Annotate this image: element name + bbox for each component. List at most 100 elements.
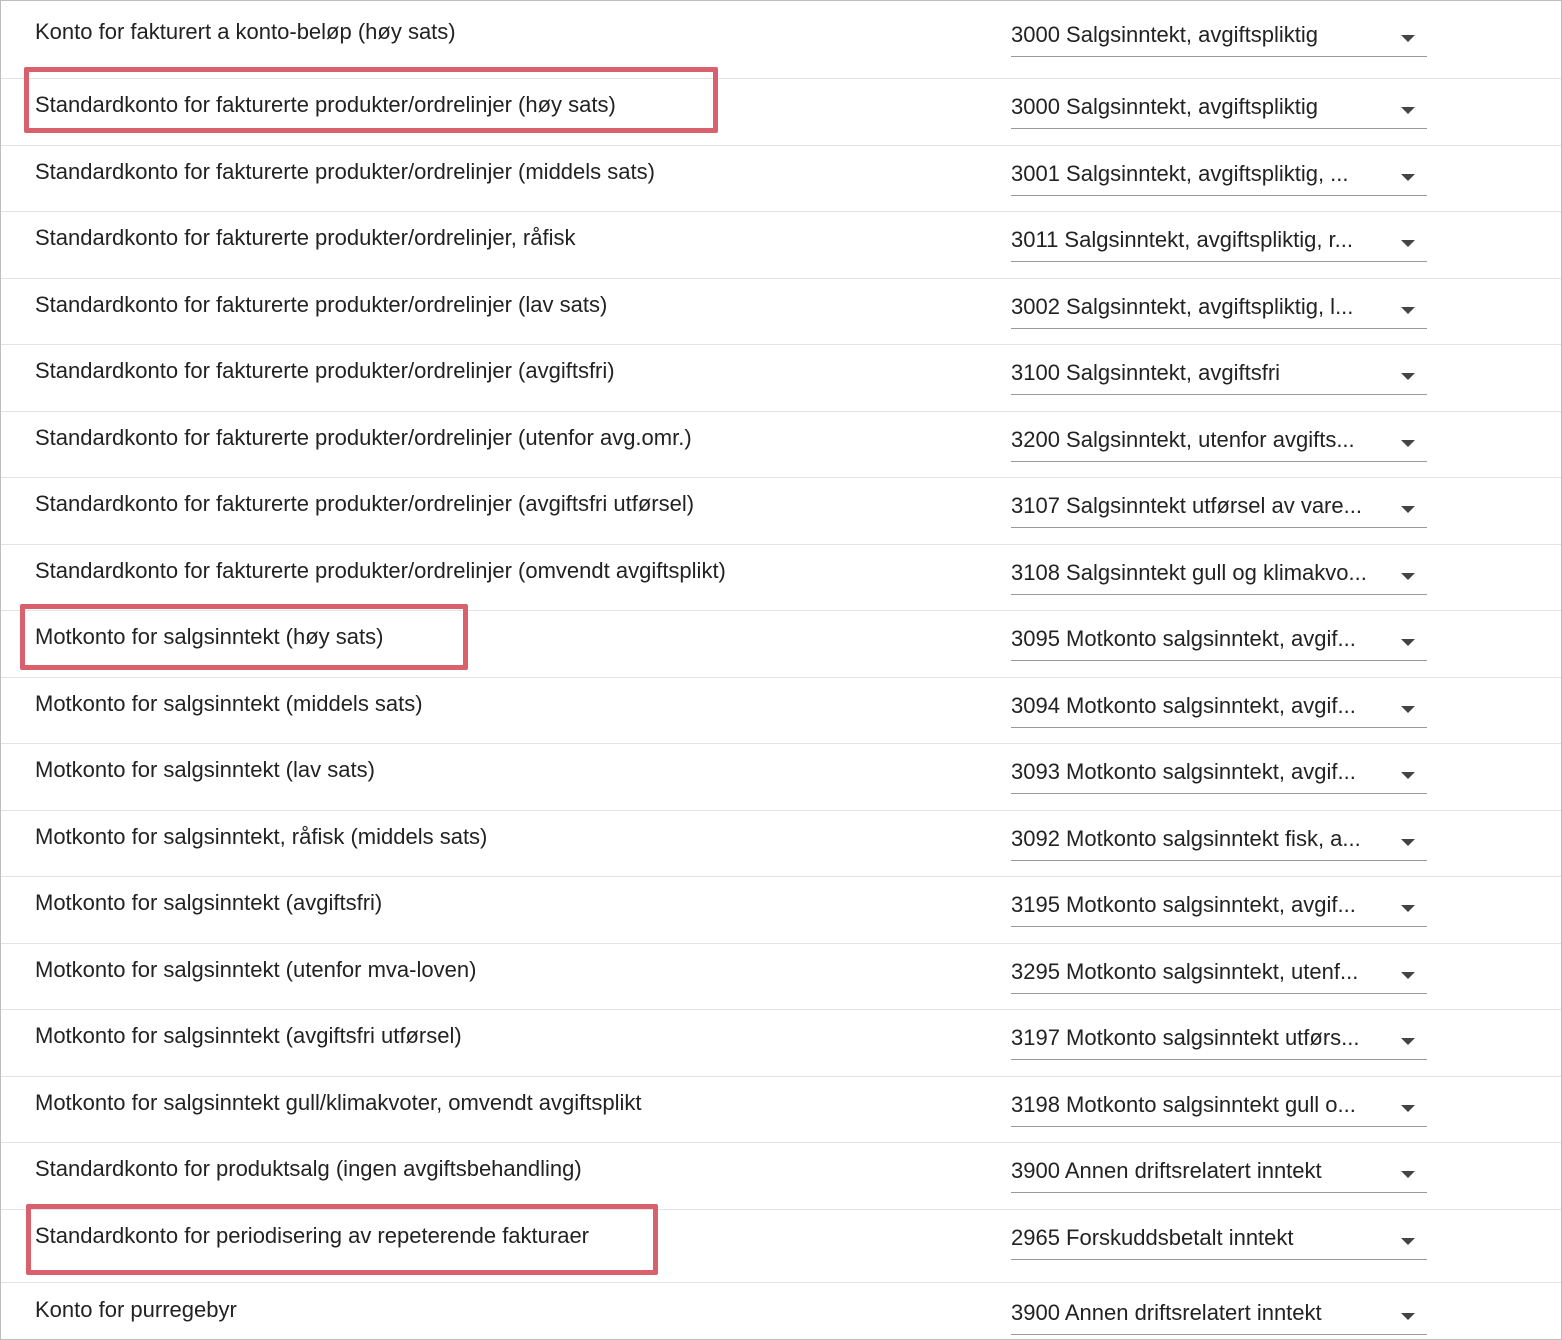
settings-row: Standardkonto for fakturerte produkter/o… xyxy=(1,477,1561,545)
account-dropdown[interactable]: 2965 Forskuddsbetalt inntekt xyxy=(1011,1221,1427,1260)
row-label: Motkonto for salgsinntekt (høy sats) xyxy=(35,624,384,649)
dropdown-value: 3095 Motkonto salgsinntekt, avgif... xyxy=(1011,626,1356,651)
account-dropdown[interactable]: 3108 Salgsinntekt gull og klimakvo... xyxy=(1011,556,1427,595)
account-dropdown[interactable]: 3198 Motkonto salgsinntekt gull o... xyxy=(1011,1088,1427,1127)
settings-row: Motkonto for salgsinntekt (avgiftsfri) 3… xyxy=(1,876,1561,944)
dropdown-value: 2965 Forskuddsbetalt inntekt xyxy=(1011,1225,1294,1250)
dropdown-value: 3900 Annen driftsrelatert inntekt xyxy=(1011,1300,1322,1325)
dropdown-value: 3001 Salgsinntekt, avgiftspliktig, ... xyxy=(1011,161,1349,186)
account-dropdown[interactable]: 3092 Motkonto salgsinntekt fisk, a... xyxy=(1011,822,1427,861)
settings-row: Standardkonto for fakturerte produkter/o… xyxy=(1,411,1561,478)
chevron-down-icon[interactable] xyxy=(1401,1038,1415,1045)
row-label: Standardkonto for fakturerte produkter/o… xyxy=(35,159,655,184)
row-label: Motkonto for salgsinntekt (lav sats) xyxy=(35,757,375,782)
settings-row: Motkonto for salgsinntekt, råfisk (midde… xyxy=(1,810,1561,877)
dropdown-value: 3295 Motkonto salgsinntekt, utenf... xyxy=(1011,959,1359,984)
chevron-down-icon[interactable] xyxy=(1401,440,1415,447)
chevron-down-icon[interactable] xyxy=(1401,972,1415,979)
settings-row: Standardkonto for periodisering av repet… xyxy=(1,1209,1561,1283)
settings-row: Motkonto for salgsinntekt (lav sats) 309… xyxy=(1,743,1561,811)
chevron-down-icon[interactable] xyxy=(1401,1105,1415,1112)
chevron-down-icon[interactable] xyxy=(1401,174,1415,181)
dropdown-value: 3094 Motkonto salgsinntekt, avgif... xyxy=(1011,693,1356,718)
account-dropdown[interactable]: 3000 Salgsinntekt, avgiftspliktig xyxy=(1011,18,1427,57)
chevron-down-icon[interactable] xyxy=(1401,373,1415,380)
chevron-down-icon[interactable] xyxy=(1401,506,1415,513)
chevron-down-icon[interactable] xyxy=(1401,905,1415,912)
row-label: Motkonto for salgsinntekt, råfisk (midde… xyxy=(35,824,488,849)
dropdown-value: 3002 Salgsinntekt, avgiftspliktig, l... xyxy=(1011,294,1354,319)
chevron-down-icon[interactable] xyxy=(1401,307,1415,314)
settings-row: Konto for purregebyr 3900 Annen driftsre… xyxy=(1,1282,1561,1339)
account-dropdown[interactable]: 3002 Salgsinntekt, avgiftspliktig, l... xyxy=(1011,290,1427,329)
dropdown-value: 3000 Salgsinntekt, avgiftspliktig xyxy=(1011,22,1318,47)
account-dropdown[interactable]: 3197 Motkonto salgsinntekt utførs... xyxy=(1011,1021,1427,1060)
account-dropdown[interactable]: 3011 Salgsinntekt, avgiftspliktig, r... xyxy=(1011,223,1427,262)
settings-row: Motkonto for salgsinntekt gull/klimakvot… xyxy=(1,1076,1561,1143)
chevron-down-icon[interactable] xyxy=(1401,573,1415,580)
row-label: Standardkonto for fakturerte produkter/o… xyxy=(35,425,692,450)
dropdown-value: 3011 Salgsinntekt, avgiftspliktig, r... xyxy=(1011,227,1353,252)
row-label: Standardkonto for fakturerte produkter/o… xyxy=(35,225,576,250)
account-dropdown[interactable]: 3100 Salgsinntekt, avgiftsfri xyxy=(1011,356,1427,395)
account-dropdown[interactable]: 3195 Motkonto salgsinntekt, avgif... xyxy=(1011,888,1427,927)
row-label: Standardkonto for periodisering av repet… xyxy=(35,1223,590,1248)
settings-row: Standardkonto for fakturerte produkter/o… xyxy=(1,211,1561,279)
row-label: Standardkonto for fakturerte produkter/o… xyxy=(35,491,695,516)
row-label: Standardkonto for fakturerte produkter/o… xyxy=(35,558,726,583)
settings-row: Standardkonto for fakturerte produkter/o… xyxy=(1,344,1561,412)
chevron-down-icon[interactable] xyxy=(1401,240,1415,247)
dropdown-value: 3000 Salgsinntekt, avgiftspliktig xyxy=(1011,94,1318,119)
account-dropdown[interactable]: 3107 Salgsinntekt utførsel av vare... xyxy=(1011,489,1427,528)
account-dropdown[interactable]: 3900 Annen driftsrelatert inntekt xyxy=(1011,1296,1427,1335)
row-label: Standardkonto for fakturerte produkter/o… xyxy=(35,358,615,383)
dropdown-value: 3198 Motkonto salgsinntekt gull o... xyxy=(1011,1092,1356,1117)
account-dropdown[interactable]: 3093 Motkonto salgsinntekt, avgif... xyxy=(1011,755,1427,794)
row-label: Konto for purregebyr xyxy=(35,1297,237,1322)
row-label: Standardkonto for produktsalg (ingen avg… xyxy=(35,1156,582,1181)
account-dropdown[interactable]: 3095 Motkonto salgsinntekt, avgif... xyxy=(1011,622,1427,661)
account-dropdown[interactable]: 3200 Salgsinntekt, utenfor avgifts... xyxy=(1011,423,1427,462)
dropdown-value: 3197 Motkonto salgsinntekt utførs... xyxy=(1011,1025,1360,1050)
settings-row: Standardkonto for produktsalg (ingen avg… xyxy=(1,1142,1561,1210)
dropdown-value: 3107 Salgsinntekt utførsel av vare... xyxy=(1011,493,1362,518)
dropdown-value: 3092 Motkonto salgsinntekt fisk, a... xyxy=(1011,826,1361,851)
chevron-down-icon[interactable] xyxy=(1401,639,1415,646)
settings-row: Standardkonto for fakturerte produkter/o… xyxy=(1,278,1561,345)
settings-row: Motkonto for salgsinntekt (høy sats) 309… xyxy=(1,610,1561,678)
dropdown-value: 3195 Motkonto salgsinntekt, avgif... xyxy=(1011,892,1356,917)
dropdown-value: 3100 Salgsinntekt, avgiftsfri xyxy=(1011,360,1281,385)
account-dropdown[interactable]: 3295 Motkonto salgsinntekt, utenf... xyxy=(1011,955,1427,994)
row-label: Motkonto for salgsinntekt (utenfor mva-l… xyxy=(35,957,477,982)
row-label: Motkonto for salgsinntekt (middels sats) xyxy=(35,691,423,716)
settings-row: Standardkonto for fakturerte produkter/o… xyxy=(1,544,1561,611)
account-dropdown[interactable]: 3001 Salgsinntekt, avgiftspliktig, ... xyxy=(1011,157,1427,196)
row-label: Konto for fakturert a konto-beløp (høy s… xyxy=(35,19,456,44)
dropdown-value: 3900 Annen driftsrelatert inntekt xyxy=(1011,1158,1322,1183)
settings-row: Motkonto for salgsinntekt (avgiftsfri ut… xyxy=(1,1009,1561,1077)
row-label: Motkonto for salgsinntekt (avgiftsfri) xyxy=(35,890,383,915)
settings-row: Standardkonto for fakturerte produkter/o… xyxy=(1,78,1561,146)
chevron-down-icon[interactable] xyxy=(1401,706,1415,713)
row-label: Standardkonto for fakturerte produkter/o… xyxy=(35,92,616,117)
chevron-down-icon[interactable] xyxy=(1401,772,1415,779)
settings-row: Motkonto for salgsinntekt (middels sats)… xyxy=(1,677,1561,744)
settings-row: Konto for fakturert a konto-beløp (høy s… xyxy=(1,1,1561,79)
chevron-down-icon[interactable] xyxy=(1401,1313,1415,1320)
row-label: Motkonto for salgsinntekt gull/klimakvot… xyxy=(35,1090,642,1115)
chevron-down-icon[interactable] xyxy=(1401,35,1415,42)
dropdown-value: 3093 Motkonto salgsinntekt, avgif... xyxy=(1011,759,1356,784)
chevron-down-icon[interactable] xyxy=(1401,839,1415,846)
settings-row: Standardkonto for fakturerte produkter/o… xyxy=(1,145,1561,212)
account-dropdown[interactable]: 3094 Motkonto salgsinntekt, avgif... xyxy=(1011,689,1427,728)
chevron-down-icon[interactable] xyxy=(1401,1238,1415,1245)
row-label: Motkonto for salgsinntekt (avgiftsfri ut… xyxy=(35,1023,462,1048)
dropdown-value: 3108 Salgsinntekt gull og klimakvo... xyxy=(1011,560,1367,585)
settings-row: Motkonto for salgsinntekt (utenfor mva-l… xyxy=(1,943,1561,1010)
account-dropdown[interactable]: 3900 Annen driftsrelatert inntekt xyxy=(1011,1154,1427,1193)
chevron-down-icon[interactable] xyxy=(1401,1171,1415,1178)
row-label: Standardkonto for fakturerte produkter/o… xyxy=(35,292,608,317)
dropdown-value: 3200 Salgsinntekt, utenfor avgifts... xyxy=(1011,427,1355,452)
account-dropdown[interactable]: 3000 Salgsinntekt, avgiftspliktig xyxy=(1011,90,1427,129)
chevron-down-icon[interactable] xyxy=(1401,107,1415,114)
